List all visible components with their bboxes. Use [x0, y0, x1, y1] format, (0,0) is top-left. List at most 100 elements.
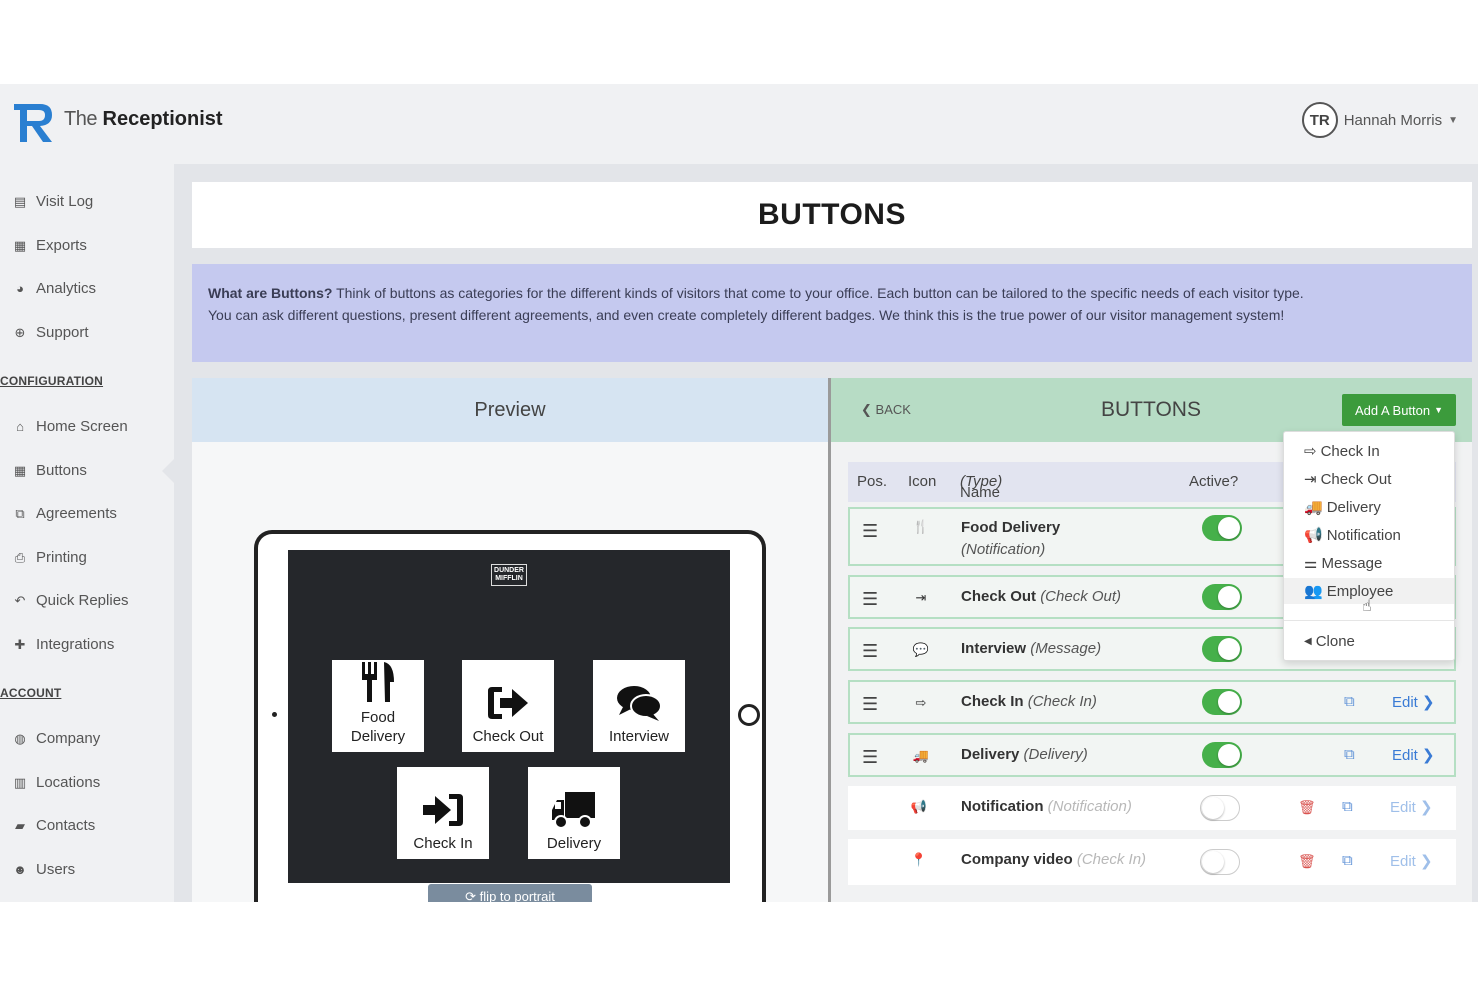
- toggle-knob: [1202, 851, 1224, 873]
- clone-icon[interactable]: ⧉: [1344, 746, 1355, 763]
- sidebar-item-label: Buttons: [36, 462, 87, 479]
- row-name-text: Delivery: [961, 746, 1020, 763]
- table-row[interactable]: 📍 Company video (Check In) 🗑 ⧉ Edit ❯: [848, 839, 1456, 885]
- preview-tile-delivery[interactable]: Delivery: [528, 767, 620, 859]
- preview-tile-check-out[interactable]: Check Out: [462, 660, 554, 752]
- row-name-text: Check In: [961, 693, 1024, 710]
- trash-icon[interactable]: 🗑: [1298, 799, 1316, 816]
- menu-item-message[interactable]: ⚌ Message: [1284, 550, 1454, 576]
- edit-link[interactable]: Edit ❯: [1390, 798, 1433, 816]
- truck-icon: [552, 792, 595, 829]
- brand-name[interactable]: The Receptionist: [64, 108, 223, 131]
- add-button-dropdown[interactable]: Add A Button ▼: [1342, 394, 1456, 426]
- preview-tile-food-delivery[interactable]: Food Delivery: [332, 660, 424, 752]
- globe-icon: ◍: [14, 730, 26, 746]
- sidebar-item-label: Home Screen: [36, 418, 128, 435]
- sidebar-item-visit-log[interactable]: ▤ Visit Log: [12, 193, 93, 210]
- bottom-margin: [0, 902, 1480, 987]
- edit-link[interactable]: Edit ❯: [1390, 852, 1433, 870]
- sign-in-icon: ⇨: [1304, 443, 1317, 460]
- row-name-text: Food Delivery: [961, 519, 1061, 536]
- drag-handle-icon[interactable]: ☰: [862, 641, 878, 662]
- clone-icon[interactable]: ⧉: [1342, 852, 1353, 869]
- sidebar-item-users[interactable]: ☻ Users: [12, 861, 75, 878]
- active-nav-indicator: [162, 459, 174, 483]
- active-toggle[interactable]: [1202, 636, 1242, 662]
- row-name: Food Delivery (Notification): [961, 517, 1060, 561]
- book-icon: ▰: [15, 817, 25, 833]
- sidebar-item-integrations[interactable]: ✚ Integrations: [12, 636, 115, 653]
- toggle-knob: [1218, 691, 1240, 713]
- utensils-icon: [362, 662, 394, 702]
- menu-item-notification[interactable]: 📢 Notification: [1284, 522, 1454, 548]
- col-name-label: Name: [960, 484, 1001, 501]
- sidebar-item-label: Support: [36, 324, 89, 341]
- puzzle-icon: ✚: [14, 636, 26, 652]
- tablet-home-button: [738, 704, 760, 726]
- sidebar-item-printing[interactable]: ⎙ Printing: [12, 549, 87, 566]
- sidebar-item-analytics[interactable]: ◕ Analytics: [12, 280, 96, 297]
- user-menu[interactable]: TR Hannah Morris ▼: [1301, 102, 1458, 138]
- row-type-text: (Check In): [1076, 851, 1147, 868]
- menu-item-delivery[interactable]: 🚚 Delivery: [1284, 494, 1454, 520]
- receptionist-logo-icon[interactable]: [10, 98, 58, 146]
- sidebar-item-label: Exports: [36, 237, 87, 254]
- preview-tile-check-in[interactable]: Check In: [397, 767, 489, 859]
- edit-link[interactable]: Edit ❯: [1392, 746, 1435, 764]
- table-row[interactable]: ☰ 🚚 Delivery (Delivery) ⧉ Edit ❯: [848, 733, 1456, 777]
- sidebar-item-exports[interactable]: ▦ Exports: [12, 237, 87, 254]
- edit-link[interactable]: Edit ❯: [1392, 693, 1435, 711]
- menu-item-check-in[interactable]: ⇨ Check In: [1284, 438, 1454, 464]
- clone-icon[interactable]: ⧉: [1342, 798, 1353, 815]
- sidebar-item-label: Contacts: [36, 817, 96, 834]
- map-pin-icon: 📍: [910, 852, 928, 867]
- active-toggle[interactable]: [1202, 515, 1242, 541]
- preview-tile-interview[interactable]: Interview: [593, 660, 685, 752]
- trash-icon[interactable]: 🗑: [1298, 853, 1316, 870]
- calendar-icon: ▦: [13, 237, 27, 253]
- active-toggle[interactable]: [1202, 742, 1242, 768]
- sidebar-item-locations[interactable]: ▥ Locations: [12, 774, 100, 791]
- section-account: ACCOUNT: [0, 686, 62, 700]
- active-toggle[interactable]: [1200, 849, 1240, 875]
- truck-icon: 🚚: [1304, 499, 1323, 516]
- tablet-camera: [272, 712, 277, 717]
- sidebar-item-label: Visit Log: [36, 193, 94, 210]
- chevron-left-icon: ❮: [861, 402, 872, 417]
- buttons-panel-title: BUTTONS: [1101, 398, 1201, 421]
- row-name: Company video (Check In): [961, 851, 1146, 868]
- drag-handle-icon[interactable]: ☰: [862, 747, 878, 768]
- active-toggle[interactable]: [1200, 795, 1240, 821]
- sidebar-item-buttons[interactable]: ▦ Buttons: [12, 462, 87, 479]
- toggle-knob: [1202, 797, 1224, 819]
- table-row[interactable]: ☰ ⇨ Check In (Check In) ⧉ Edit ❯: [848, 680, 1456, 724]
- back-link[interactable]: ❮ BACK: [861, 402, 911, 418]
- chevron-right-icon: ❯: [1422, 747, 1435, 764]
- clone-icon[interactable]: ⧉: [1344, 693, 1355, 710]
- brand-prefix: The: [64, 108, 97, 130]
- table-row[interactable]: 📢 Notification (Notification) 🗑 ⧉ Edit ❯: [848, 786, 1456, 830]
- truck-icon: 🚚: [912, 748, 930, 763]
- active-toggle[interactable]: [1202, 584, 1242, 610]
- tile-label: Delivery: [350, 728, 406, 745]
- sidebar-item-home-screen[interactable]: ⌂ Home Screen: [12, 418, 128, 435]
- sidebar-item-contacts[interactable]: ▰ Contacts: [12, 817, 95, 834]
- chevron-right-icon: ❯: [1420, 853, 1433, 870]
- sidebar-item-agreements[interactable]: ⧉ Agreements: [12, 505, 117, 522]
- sidebar-item-quick-replies[interactable]: ↶ Quick Replies: [12, 592, 129, 609]
- menu-item-clone[interactable]: ◀ Clone: [1284, 628, 1454, 654]
- sidebar-item-support[interactable]: ⊕ Support: [12, 324, 89, 341]
- sidebar-item-company[interactable]: ◍ Company: [12, 730, 100, 747]
- menu-item-label: Clone: [1315, 632, 1355, 650]
- row-type-text: (Check Out): [1040, 588, 1122, 605]
- section-configuration: CONFIGURATION: [0, 374, 104, 388]
- info-box: What are Buttons? Think of buttons as ca…: [192, 264, 1472, 362]
- drag-handle-icon[interactable]: ☰: [862, 589, 878, 610]
- agreement-icon: ⧉: [15, 505, 25, 521]
- drag-handle-icon[interactable]: ☰: [862, 694, 878, 715]
- active-toggle[interactable]: [1202, 689, 1242, 715]
- users-icon: ☻: [13, 862, 27, 877]
- drag-handle-icon[interactable]: ☰: [862, 521, 878, 542]
- menu-item-check-out[interactable]: ⇥ Check Out: [1284, 466, 1454, 492]
- row-name: Check Out (Check Out): [961, 588, 1121, 605]
